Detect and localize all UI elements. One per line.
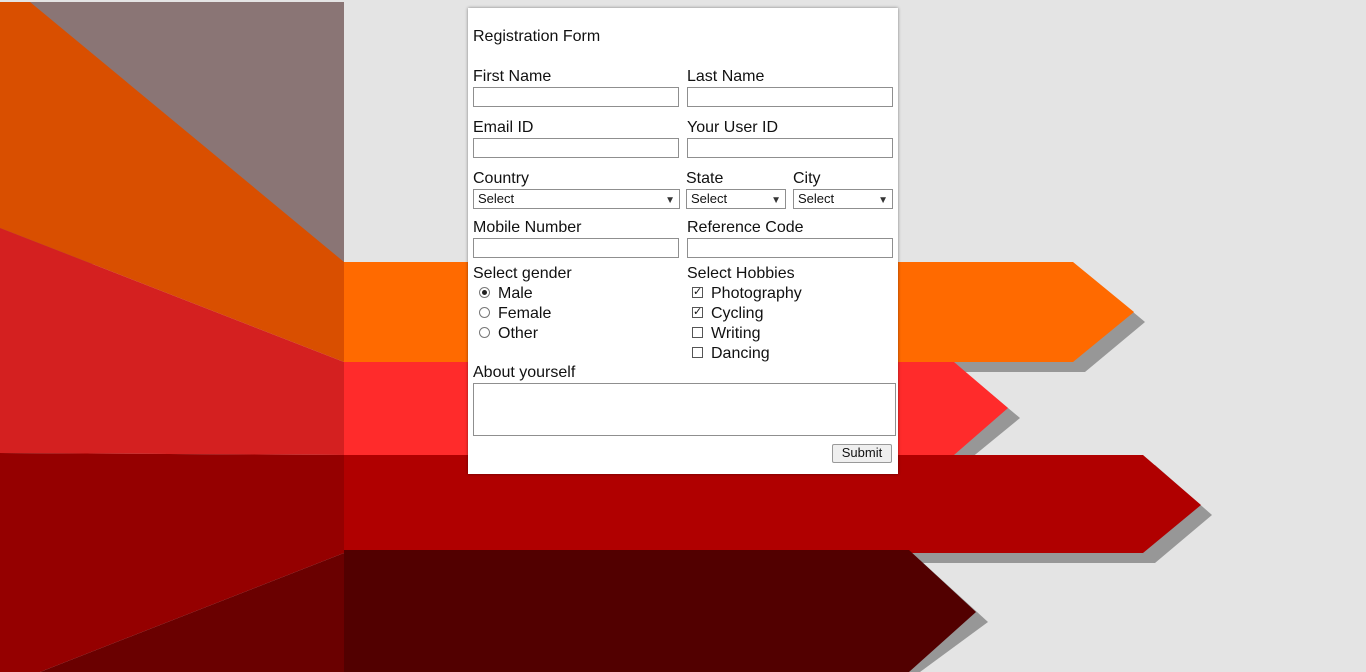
email-input[interactable] bbox=[473, 138, 679, 158]
gender-radio-other[interactable] bbox=[479, 327, 490, 338]
hobby-option-label: Writing bbox=[711, 325, 761, 342]
about-textarea[interactable] bbox=[473, 383, 896, 436]
country-select[interactable]: Select ▼ bbox=[473, 189, 680, 209]
user-id-label: Your User ID bbox=[687, 119, 778, 136]
reference-label: Reference Code bbox=[687, 219, 804, 236]
gender-option-label: Other bbox=[498, 325, 539, 342]
hobby-option-label: Photography bbox=[711, 285, 802, 302]
hobby-checkbox-dancing[interactable] bbox=[692, 347, 703, 358]
mobile-label: Mobile Number bbox=[473, 219, 582, 236]
state-label: State bbox=[686, 170, 724, 187]
reference-input[interactable] bbox=[687, 238, 893, 258]
chevron-down-icon: ▼ bbox=[878, 195, 888, 206]
gender-radio-male[interactable] bbox=[479, 287, 490, 298]
city-select-value: Select bbox=[798, 191, 835, 206]
mobile-input[interactable] bbox=[473, 238, 679, 258]
state-select[interactable]: Select ▼ bbox=[686, 189, 786, 209]
submit-button[interactable]: Submit bbox=[832, 444, 892, 463]
hobby-checkbox-photography[interactable]: ✓ bbox=[692, 287, 703, 298]
last-name-input[interactable] bbox=[687, 87, 893, 107]
first-name-input[interactable] bbox=[473, 87, 679, 107]
chevron-down-icon: ▼ bbox=[665, 195, 675, 206]
state-select-value: Select bbox=[691, 191, 728, 206]
email-label: Email ID bbox=[473, 119, 534, 136]
registration-form: Registration Form First Name Last Name E… bbox=[468, 8, 898, 474]
city-label: City bbox=[793, 170, 821, 187]
hobbies-label: Select Hobbies bbox=[687, 265, 795, 282]
user-id-input[interactable] bbox=[687, 138, 893, 158]
gender-radio-female[interactable] bbox=[479, 307, 490, 318]
chevron-down-icon: ▼ bbox=[771, 195, 781, 206]
hobby-checkbox-writing[interactable] bbox=[692, 327, 703, 338]
country-label: Country bbox=[473, 170, 530, 187]
hobby-option-label: Dancing bbox=[711, 345, 770, 362]
form-title: Registration Form bbox=[473, 28, 601, 45]
hobby-option-label: Cycling bbox=[711, 305, 764, 322]
last-name-label: Last Name bbox=[687, 68, 765, 85]
about-label: About yourself bbox=[473, 364, 576, 381]
first-name-label: First Name bbox=[473, 68, 552, 85]
city-select[interactable]: Select ▼ bbox=[793, 189, 893, 209]
country-select-value: Select bbox=[478, 191, 515, 206]
gender-option-label: Female bbox=[498, 305, 552, 322]
gender-label: Select gender bbox=[473, 265, 572, 282]
hobby-checkbox-cycling[interactable]: ✓ bbox=[692, 307, 703, 318]
gender-option-label: Male bbox=[498, 285, 533, 302]
